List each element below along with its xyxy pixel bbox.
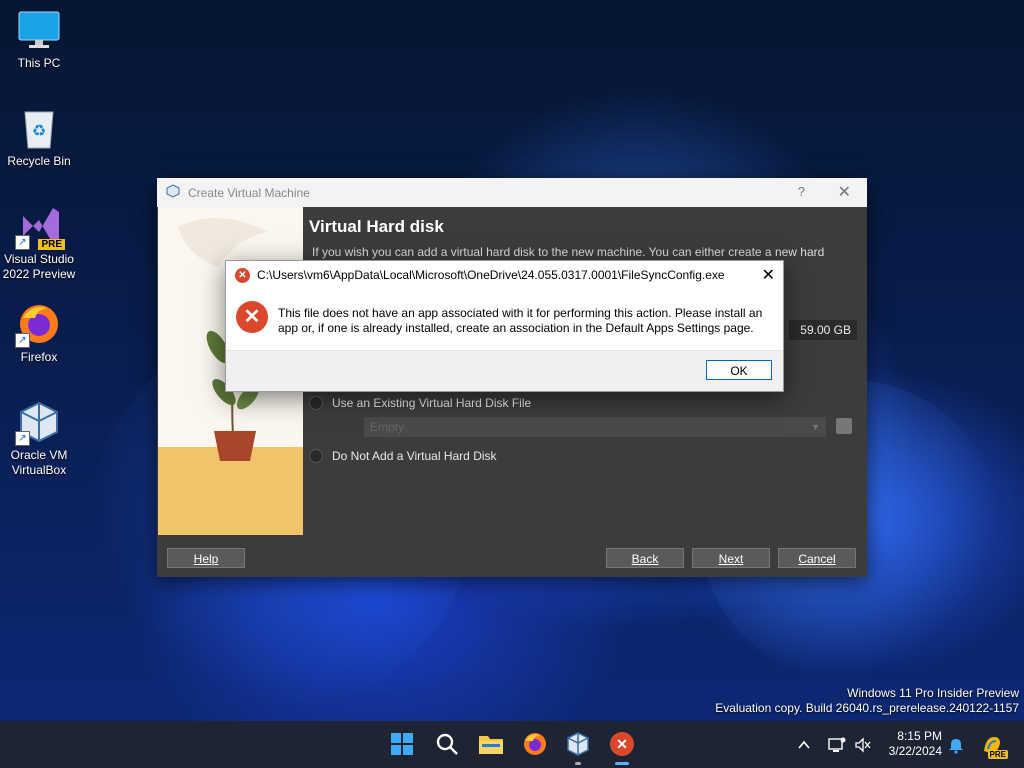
clock[interactable]: 8:15 PM 3/22/2024 <box>889 729 942 759</box>
error-dialog-title: C:\Users\vm6\AppData\Local\Microsoft\One… <box>257 268 725 282</box>
wizard-titlebar[interactable]: Create Virtual Machine ? ✕ <box>157 178 867 207</box>
wizard-title: Create Virtual Machine <box>188 185 310 200</box>
desktop-icon-label: Visual Studio 2022 Preview <box>2 252 76 281</box>
virtualbox-icon[interactable] <box>564 730 592 765</box>
file-explorer-icon[interactable] <box>477 730 505 758</box>
error-dialog-body: ✕ This file does not have an app associa… <box>226 289 783 351</box>
browse-folder-icon[interactable] <box>836 418 852 434</box>
tray-chevron-icon[interactable] <box>797 721 811 768</box>
desktop-icon-virtualbox[interactable]: ↗ Oracle VM VirtualBox <box>0 400 78 478</box>
active-indicator <box>615 762 629 765</box>
desktop-icon-visual-studio[interactable]: PRE ↗ Visual Studio 2022 Preview <box>0 204 78 282</box>
virtualbox-icon <box>166 184 180 201</box>
combo-value: Empty <box>370 420 405 434</box>
chevron-down-icon: ▼ <box>811 422 820 432</box>
desktop-icon-label: Oracle VM VirtualBox <box>10 448 68 477</box>
desktop-icon-label: This PC <box>17 56 61 70</box>
error-dialog-titlebar[interactable]: ✕ C:\Users\vm6\AppData\Local\Microsoft\O… <box>226 261 783 289</box>
notification-bell-icon[interactable] <box>948 721 964 768</box>
disk-size-field[interactable]: 59.00 GB <box>789 320 857 340</box>
radio-button[interactable] <box>309 396 323 410</box>
watermark-line: Windows 11 Pro Insider Preview <box>847 686 1019 700</box>
radio-use-existing[interactable]: Use an Existing Virtual Hard Disk File <box>309 396 531 410</box>
desktop-icon-label: Firefox <box>20 350 58 364</box>
recycle-bin-icon: ♻ <box>17 106 61 150</box>
clock-date: 3/22/2024 <box>888 744 942 758</box>
network-icon[interactable] <box>828 721 846 768</box>
close-icon[interactable]: ✕ <box>762 265 775 285</box>
help-button[interactable]: Help <box>167 548 245 568</box>
copilot-icon[interactable]: PRE <box>980 721 1008 768</box>
shortcut-arrow-icon: ↗ <box>15 431 30 446</box>
shortcut-arrow-icon: ↗ <box>15 235 30 250</box>
visual-studio-icon: PRE ↗ <box>15 204 65 250</box>
taskbar: ✕ 8:15 PM 3/22/2024 PRE <box>0 721 1024 768</box>
desktop-icon-this-pc[interactable]: This PC <box>0 8 78 71</box>
intro-text: If you wish you can add a virtual hard d… <box>312 245 825 259</box>
radio-button[interactable] <box>309 449 323 463</box>
radio-label: Do Not Add a Virtual Hard Disk <box>332 449 497 463</box>
search-icon[interactable] <box>433 730 461 758</box>
clock-time: 8:15 PM <box>897 729 942 743</box>
error-message-line: This file does not have an app associate… <box>278 306 763 320</box>
error-dialog-footer: OK <box>226 350 783 391</box>
desktop-icon-label: Recycle Bin <box>7 154 71 168</box>
monitor-icon <box>17 8 61 52</box>
error-icon: ✕ <box>236 301 268 333</box>
error-dialog: ✕ C:\Users\vm6\AppData\Local\Microsoft\O… <box>225 260 784 392</box>
next-button[interactable]: Next <box>692 548 770 568</box>
start-icon[interactable] <box>388 730 416 758</box>
volume-muted-icon[interactable] <box>854 721 872 768</box>
error-message: This file does not have an app associate… <box>278 306 768 336</box>
ok-button[interactable]: OK <box>706 360 772 380</box>
back-button[interactable]: Back <box>606 548 684 568</box>
desktop-icon-firefox[interactable]: ↗ Firefox <box>0 302 78 365</box>
close-icon[interactable]: ✕ <box>838 182 851 202</box>
radio-label: Use an Existing Virtual Hard Disk File <box>332 396 532 410</box>
watermark-line: Evaluation copy. Build 26040.rs_prerelea… <box>715 701 1019 715</box>
help-icon[interactable]: ? <box>798 184 805 199</box>
preview-badge: PRE <box>987 749 1008 759</box>
shortcut-arrow-icon: ↗ <box>15 333 30 348</box>
svg-text:♻: ♻ <box>32 123 46 140</box>
error-app-icon[interactable]: ✕ <box>608 730 636 765</box>
preview-badge: PRE <box>38 239 65 250</box>
desktop-icon-recycle-bin[interactable]: ♻ Recycle Bin <box>0 106 78 169</box>
error-message-line: app or, if one is already installed, cre… <box>278 321 754 335</box>
running-indicator <box>575 762 581 765</box>
page-title: Virtual Hard disk <box>309 217 444 236</box>
virtualbox-icon: ↗ <box>15 400 61 446</box>
firefox-icon[interactable] <box>521 730 549 758</box>
firefox-icon: ↗ <box>15 302 61 348</box>
cancel-button[interactable]: Cancel <box>778 548 856 568</box>
radio-no-disk[interactable]: Do Not Add a Virtual Hard Disk <box>309 449 497 463</box>
existing-disk-combo[interactable]: Empty ▼ <box>364 417 826 437</box>
error-icon: ✕ <box>610 732 634 756</box>
error-icon: ✕ <box>235 267 250 283</box>
